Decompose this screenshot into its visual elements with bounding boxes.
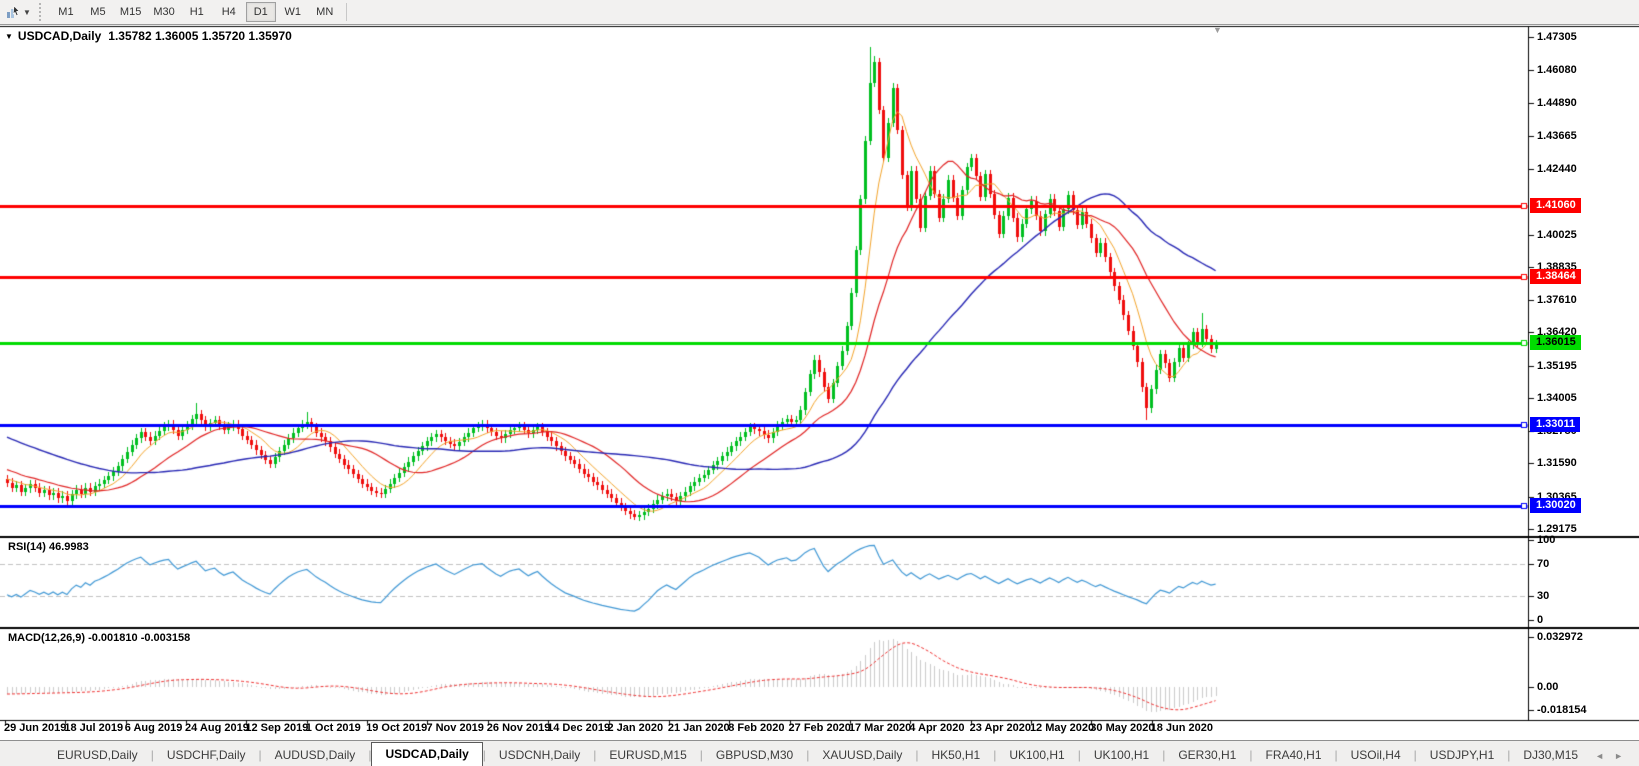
chart-tab-gbpusd-m30[interactable]: GBPUSD,M30 [703,744,806,766]
date-tick-label: 18 Jul 2019 [64,722,124,734]
toolbar-grip [38,3,46,21]
macd-indicator-label: MACD(12,26,9) -0.001810 -0.003158 [8,632,190,644]
timeframe-button-w1[interactable]: W1 [278,2,308,22]
timeframe-button-mn[interactable]: MN [310,2,340,22]
tab-scroll-arrows: ◄► [1595,751,1633,761]
price-tick-label: 1.47305 [1537,31,1577,43]
chart-tab-usdchf-daily[interactable]: USDCHF,Daily [154,744,259,766]
chart-tool-button[interactable]: ▼ [0,1,35,23]
date-tick-label: 24 Aug 2019 [185,722,249,734]
chart-tab-ger30-h1[interactable]: GER30,H1 [1165,744,1249,766]
chevron-down-icon: ▼ [23,7,31,17]
toolbar: ▼ M1 M5 M15 M30 H1 H4 D1 W1 MN [0,0,1639,25]
chart-tab-dj30-m15[interactable]: DJ30,M15 [1510,744,1591,766]
chart-tab-usdjpy-h1[interactable]: USDJPY,H1 [1417,744,1507,766]
macd-name: MACD(12,26,9) [8,632,86,644]
rsi-name: RSI(14) [8,541,46,553]
timeframe-button-h1[interactable]: H1 [182,2,212,22]
chart-tab-usdcnh-daily[interactable]: USDCNH,Daily [486,744,593,766]
date-tick-label: 19 Oct 2019 [366,722,428,734]
date-tick-label: 29 Jun 2019 [4,722,67,734]
hline-price-badge: 1.33011 [1530,416,1581,432]
chart-tab-eurusd-m15[interactable]: EURUSD,M15 [596,744,699,766]
date-tick-label: 30 May 2020 [1090,722,1155,734]
price-tick-label: 1.37610 [1537,294,1577,307]
date-tick-label: 6 Aug 2019 [124,722,183,734]
date-tick-label: 17 Mar 2020 [848,722,912,734]
date-tick-label: 27 Feb 2020 [788,722,851,734]
chart-tab-xauusd-daily[interactable]: XAUUSD,Daily [809,744,915,766]
hline-price-badge: 1.41060 [1530,198,1581,214]
hline-price-badge: 1.36015 [1530,335,1581,351]
chart-symbol-label: USDCAD,Daily [17,29,102,43]
date-tick-label: 12 May 2020 [1029,722,1095,734]
date-tick-label: 14 Dec 2019 [547,722,611,734]
price-tick-label: 1.34005 [1537,391,1577,404]
rsi-value: 46.9983 [48,541,89,553]
date-tick-label: 26 Nov 2019 [486,722,551,734]
date-tick-label: 21 Jan 2020 [667,722,730,734]
price-tick-label: 1.44890 [1537,96,1577,109]
date-tick-label: 2 Jan 2020 [607,722,664,734]
macd-tick-label: 0.032972 [1537,631,1583,643]
date-tick-label: 4 Apr 2020 [909,722,965,734]
price-tick-label: 1.35195 [1537,359,1577,372]
chart-cursor-icon [4,3,22,21]
chart-tab-eurusd-daily[interactable]: EURUSD,Daily [44,744,151,766]
chart-collapse-triangle-icon[interactable]: ▼ [5,32,13,41]
price-tick-label: 1.42440 [1537,163,1577,176]
rsi-tick-label: 70 [1537,558,1550,570]
chart-tab-uk100-h1[interactable]: UK100,H1 [996,744,1077,766]
price-tick-label: 1.31590 [1537,457,1577,470]
mt4-chart-window: { "toolbar": { "chart_tool_icon": "chart… [0,0,1639,766]
chart-tab-audusd-daily[interactable]: AUDUSD,Daily [262,744,369,766]
timeframe-button-h4[interactable]: H4 [214,2,244,22]
date-tick-label: 1 Oct 2019 [305,722,361,734]
timeframe-button-m15[interactable]: M15 [115,2,146,22]
price-tick-label: 1.46080 [1537,64,1577,77]
macd-signal-value: -0.003158 [140,632,191,644]
chart-canvas[interactable] [0,0,1639,766]
timeframe-buttons: M1 M5 M15 M30 H1 H4 D1 W1 MN [50,2,341,22]
date-tick-label: 12 Sep 2019 [245,722,309,734]
date-tick-label: 23 Apr 2020 [969,722,1031,734]
chart-tab-fra40-h1[interactable]: FRA40,H1 [1252,744,1334,766]
macd-tick-label: -0.018154 [1537,704,1587,716]
date-tick-label: 7 Nov 2019 [426,722,484,734]
rsi-tick-label: 100 [1537,534,1556,546]
date-tick-label: 8 Feb 2020 [728,722,785,734]
timeframe-button-m5[interactable]: M5 [83,2,113,22]
chart-title: ▼ USDCAD,Daily 1.35782 1.36005 1.35720 1.3… [5,29,292,43]
timeframe-button-m1[interactable]: M1 [51,2,81,22]
date-tick-label: 18 Jun 2020 [1150,722,1214,734]
tab-scroll-right-icon[interactable]: ► [1614,751,1633,761]
rsi-tick-label: 30 [1537,590,1550,602]
timeframe-button-m30[interactable]: M30 [148,2,179,22]
rsi-indicator-label: RSI(14) 46.9983 [8,541,89,553]
chart-shift-marker-icon[interactable]: ▼ [1213,25,1222,35]
price-tick-label: 1.40025 [1537,228,1577,241]
price-tick-label: 1.43665 [1537,129,1577,142]
tab-scroll-left-icon[interactable]: ◄ [1595,751,1614,761]
chart-tab-usdcad-daily[interactable]: USDCAD,Daily [371,742,483,766]
hline-price-badge: 1.38464 [1530,268,1581,284]
chart-tab-uk100-h1[interactable]: UK100,H1 [1081,744,1162,766]
timeframe-button-d1[interactable]: D1 [245,2,276,22]
rsi-tick-label: 0 [1537,614,1544,626]
chart-tab-usoil-h4[interactable]: USOil,H4 [1338,744,1414,766]
chart-ohlc-quote: 1.35782 1.36005 1.35720 1.35970 [108,29,292,43]
toolbar-separator [345,3,347,21]
hline-price-badge: 1.30020 [1530,498,1581,514]
chart-tab-bar: EURUSD,Daily | USDCHF,Daily | AUDUSD,Daily | U… [0,740,1639,766]
macd-tick-label: 0.00 [1537,681,1559,693]
macd-main-value: -0.001810 [88,632,138,644]
chart-tab-hk50-h1[interactable]: HK50,H1 [919,744,994,766]
